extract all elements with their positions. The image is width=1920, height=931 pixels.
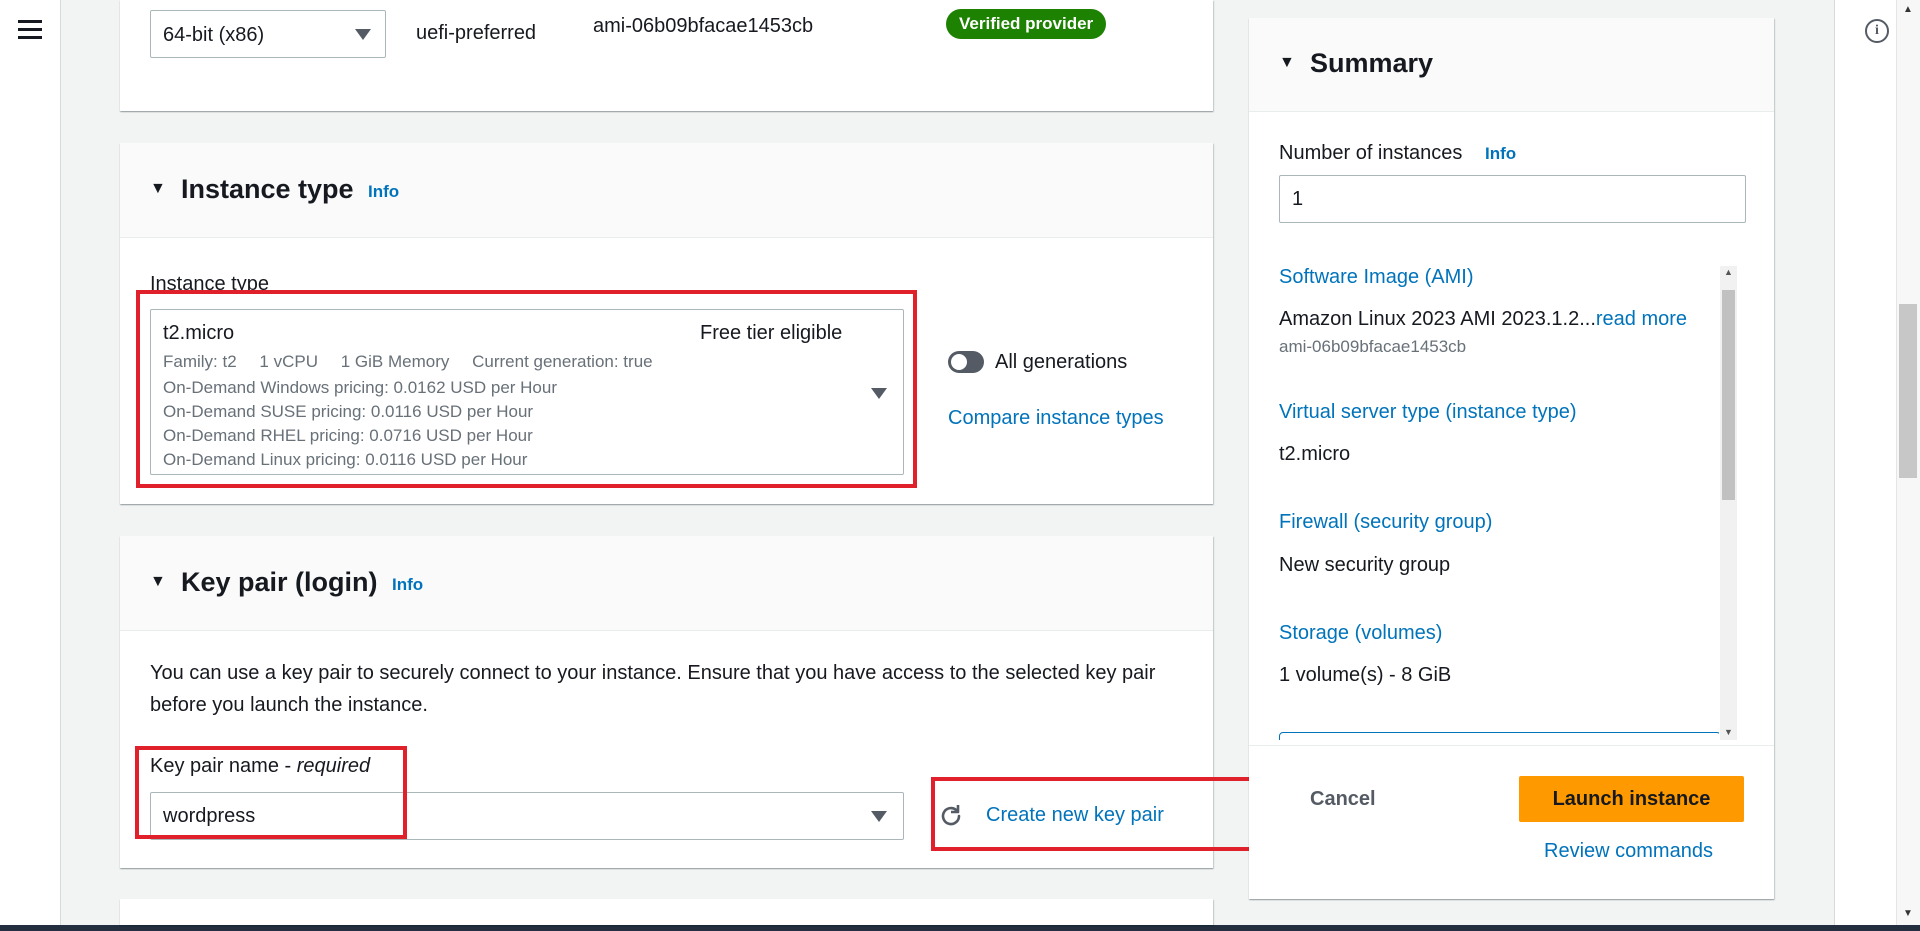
summary-next-box [1279,732,1719,740]
summary-title: Summary [1310,48,1434,78]
highlight-key-pair-name [135,746,407,839]
scroll-down-icon[interactable]: ▼ [1903,908,1913,919]
summary-scroll-thumb[interactable] [1722,290,1735,500]
toggle-knob [951,354,967,370]
storage-value: 1 volume(s) - 8 GiB [1279,664,1452,686]
ami-name: Amazon Linux 2023 AMI 2023.1.2...read mo… [1279,308,1687,331]
architecture-select-value: 64-bit (x86) [163,24,265,46]
num-instances-label: Number of instances [1279,142,1463,164]
architecture-select[interactable]: 64-bit (x86) [150,10,386,58]
footer-bar [0,925,1920,931]
ami-heading-link[interactable]: Software Image (AMI) [1279,266,1474,289]
firewall-heading-link[interactable]: Firewall (security group) [1279,511,1492,534]
firewall-value: New security group [1279,554,1451,576]
caret-down-icon[interactable]: ▼ [1279,54,1295,72]
ami-panel: 64-bit (x86) uefi-preferred ami-06b09bfa… [120,0,1213,111]
ami-id-summary: ami-06b09bfacae1453cb [1279,337,1467,356]
cancel-button[interactable]: Cancel [1310,788,1376,811]
key-pair-header[interactable]: ▼ Key pair (login) Info [120,536,1213,631]
server-type-heading-link[interactable]: Virtual server type (instance type) [1279,401,1577,424]
scroll-up-icon[interactable]: ▲ [1903,4,1913,15]
scroll-down-icon[interactable]: ▼ [1724,727,1733,737]
instance-type-info-link[interactable]: Info [368,182,399,202]
caret-down-icon[interactable]: ▼ [150,180,166,198]
instance-type-header[interactable]: ▼ Instance type Info [120,143,1213,238]
key-pair-description: You can use a key pair to securely conne… [150,662,1156,716]
review-commands-link[interactable]: Review commands [1544,840,1713,863]
info-icon[interactable]: i [1865,19,1889,43]
key-pair-panel: ▼ Key pair (login) Info You can use a ke… [120,536,1320,868]
summary-header[interactable]: ▼ Summary [1249,18,1774,112]
next-panel [120,899,1213,925]
page-scroll-thumb[interactable] [1899,304,1917,478]
instance-type-panel: ▼ Instance type Info Instance type t2.mi… [120,143,1213,504]
verified-provider-badge: Verified provider [946,9,1107,39]
server-type-value: t2.micro [1279,443,1351,465]
summary-details: Software Image (AMI) Amazon Linux 2023 A… [1279,266,1719,740]
chevron-down-icon [355,29,371,40]
page-scrollbar[interactable]: ▲ ▼ [1896,0,1920,925]
compare-instance-types-link[interactable]: Compare instance types [948,407,1164,430]
key-pair-info-link[interactable]: Info [392,575,423,595]
caret-down-icon[interactable]: ▼ [150,573,166,591]
read-more-link[interactable]: read more [1596,308,1687,330]
chevron-down-icon [871,811,887,822]
highlight-instance-type [136,290,917,488]
num-instances-info-link[interactable]: Info [1485,144,1516,164]
launch-instance-button[interactable]: Launch instance [1519,776,1744,822]
summary-divider [1249,745,1774,746]
all-generations-toggle[interactable] [948,351,984,373]
ami-name-text: Amazon Linux 2023 AMI 2023.1.2... [1279,308,1596,330]
summary-scrollbar[interactable]: ▲ ▼ [1720,266,1737,740]
summary-panel: ▼ Summary Number of instances Info 1 Sof… [1249,18,1774,899]
left-nav-rail [0,0,61,931]
menu-icon[interactable] [18,20,42,40]
all-generations-label: All generations [995,351,1128,373]
storage-heading-link[interactable]: Storage (volumes) [1279,622,1442,645]
key-pair-title: Key pair (login) [181,567,378,597]
num-instances-value: 1 [1292,188,1304,210]
ami-id: ami-06b09bfacae1453cb [593,15,814,37]
instance-type-title: Instance type [181,174,354,204]
scroll-up-icon[interactable]: ▲ [1724,267,1733,277]
boot-mode: uefi-preferred [416,22,537,44]
num-instances-input[interactable]: 1 [1279,175,1746,223]
